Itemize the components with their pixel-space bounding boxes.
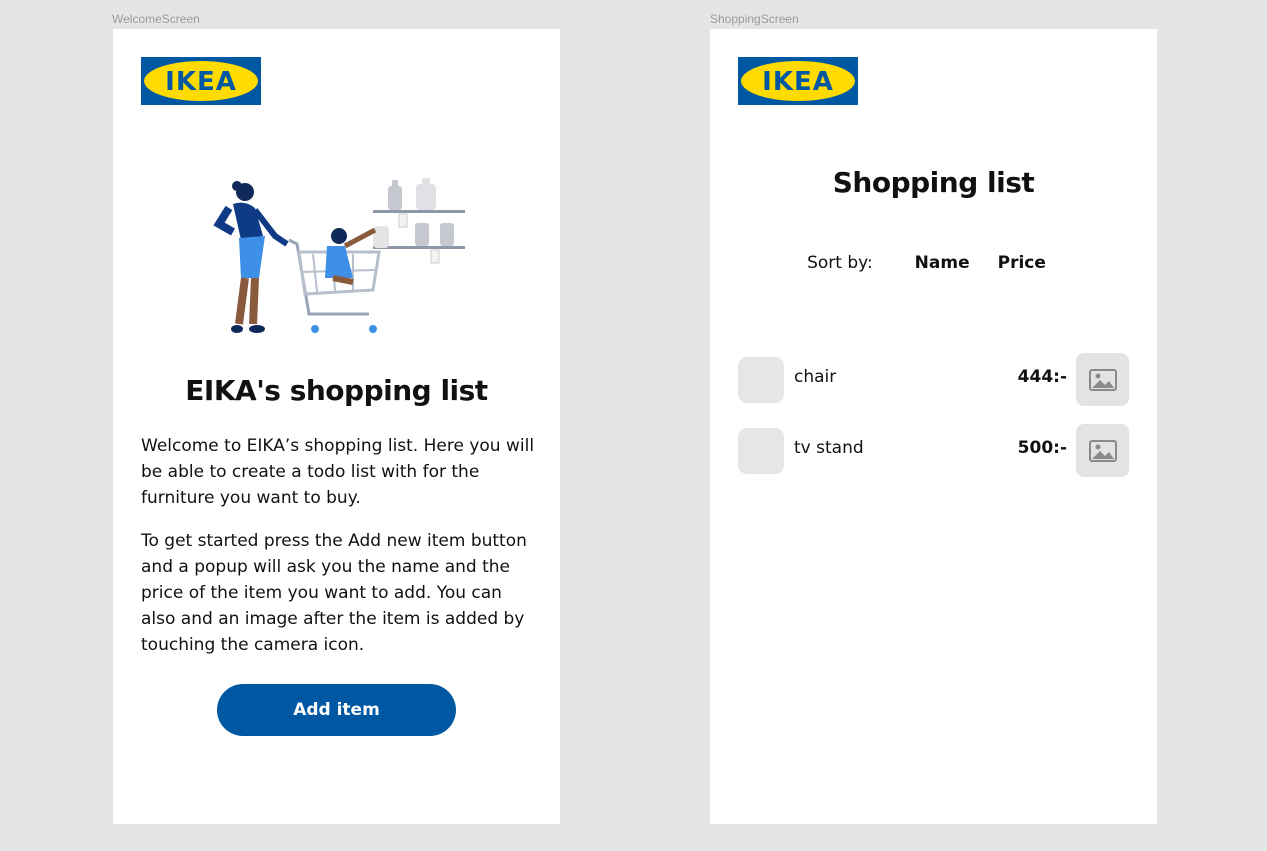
intro-paragraph: Welcome to EIKA’s shopping list. Here yo… [141, 436, 535, 508]
list-item: tv stand 500:- [738, 424, 1129, 478]
shopper-with-cart-illustration [213, 178, 465, 333]
list-item: chair 444:- [738, 353, 1129, 407]
logo-text: IKEA [165, 67, 237, 97]
item-name: chair [794, 367, 837, 387]
frame-label-welcome: WelcomeScreen [112, 12, 200, 26]
image-placeholder-icon [1088, 368, 1117, 391]
add-image-button[interactable] [1076, 424, 1129, 477]
page-title: EIKA's shopping list [185, 374, 488, 407]
sort-by-price-button[interactable]: Price [998, 253, 1046, 273]
ikea-logo: IKEA [141, 57, 261, 105]
item-name: tv stand [794, 438, 864, 458]
welcome-screen: IKEA EIKA's shopping list Welcome to EIK… [113, 29, 560, 824]
sort-by-name-button[interactable]: Name [915, 253, 970, 273]
item-checkbox[interactable] [738, 428, 784, 474]
add-image-button[interactable] [1076, 353, 1129, 406]
frame-label-shopping: ShoppingScreen [710, 12, 799, 26]
item-price: 444:- [1017, 367, 1067, 387]
item-price: 500:- [1017, 438, 1067, 458]
instructions-paragraph: To get started press the Add new item bu… [141, 531, 527, 655]
add-item-button[interactable]: Add item [217, 684, 456, 736]
image-placeholder-icon [1088, 439, 1117, 462]
logo-text: IKEA [762, 67, 834, 97]
ikea-logo: IKEA [738, 57, 858, 105]
page-title: Shopping list [832, 166, 1035, 199]
sort-label: Sort by: [807, 253, 873, 273]
shopping-screen: IKEA Shopping list Sort by: Name Price c… [710, 29, 1157, 824]
sort-bar: Sort by: Name Price [710, 253, 1157, 273]
item-checkbox[interactable] [738, 357, 784, 403]
